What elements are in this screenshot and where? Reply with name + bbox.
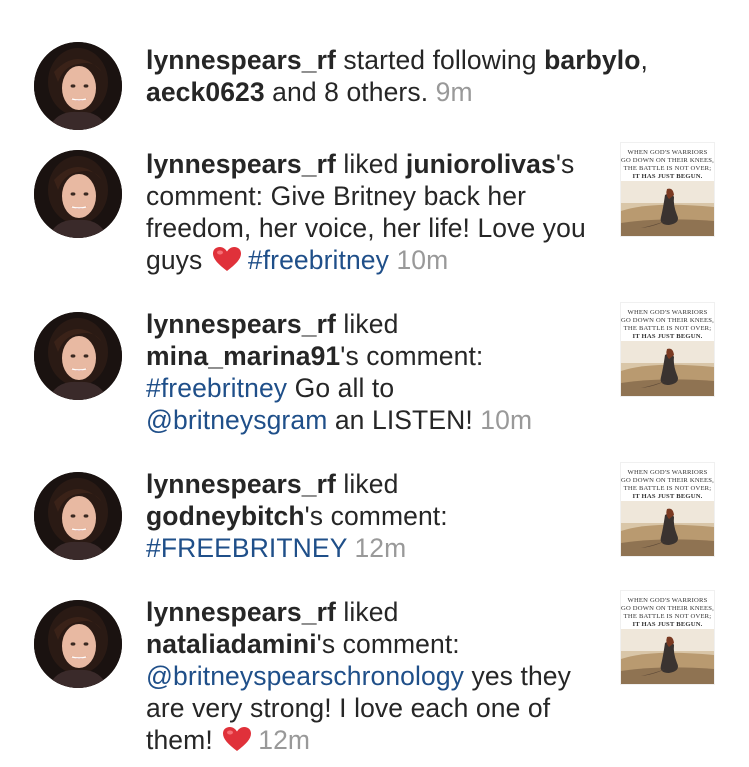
thumbnail-quote-line: THE BATTLE IS NOT OVER;: [623, 165, 712, 172]
thumbnail-image: [621, 501, 714, 556]
activity-feed: lynnespears_rf started following barbylo…: [0, 0, 749, 767]
thumbnail-quote-line: GO DOWN ON THEIR KNEES,: [621, 317, 714, 324]
mention-link[interactable]: @britneyspearschronology: [146, 661, 464, 691]
action-text: liked: [335, 149, 406, 179]
avatar[interactable]: [34, 472, 122, 560]
possessive-text: 's comment:: [340, 341, 484, 371]
post-thumbnail[interactable]: WHEN GOD'S WARRIORS GO DOWN ON THEIR KNEE…: [620, 142, 715, 237]
username-link[interactable]: lynnespears_rf: [146, 469, 336, 499]
comment-text: an LISTEN!: [327, 405, 473, 435]
commenter-link[interactable]: mina_marina91: [146, 341, 340, 371]
separator: ,: [640, 45, 648, 75]
thumbnail-quote-line: THE BATTLE IS NOT OVER;: [623, 325, 712, 332]
avatar[interactable]: [34, 600, 122, 688]
username-link[interactable]: lynnespears_rf: [146, 309, 336, 339]
timestamp: 10m: [480, 405, 533, 435]
thumbnail-image: [621, 181, 714, 236]
action-text: liked: [335, 597, 399, 627]
username-link[interactable]: lynnespears_rf: [146, 149, 336, 179]
timestamp: 9m: [435, 77, 473, 107]
thumbnail-quote-line: WHEN GOD'S WARRIORS: [627, 309, 708, 316]
heart-emoji-icon: [222, 726, 252, 752]
avatar[interactable]: [34, 42, 122, 130]
thumbnail-quote-line: WHEN GOD'S WARRIORS: [627, 469, 708, 476]
thumbnail-quote-line: IT HAS JUST BEGUN.: [632, 333, 703, 340]
avatar[interactable]: [34, 150, 122, 238]
action-text: started following: [335, 45, 545, 75]
followed-user-link[interactable]: barbylo: [544, 45, 640, 75]
thumbnail-image: [621, 341, 714, 396]
notification-text: lynnespears_rf liked nataliadamini's com…: [146, 596, 606, 756]
thumbnail-quote-line: IT HAS JUST BEGUN.: [632, 493, 703, 500]
notification-text: lynnespears_rf liked mina_marina91's com…: [146, 308, 606, 436]
comment-text: Go all to: [287, 373, 395, 403]
post-thumbnail[interactable]: WHEN GOD'S WARRIORS GO DOWN ON THEIR KNEE…: [620, 462, 715, 557]
post-thumbnail[interactable]: WHEN GOD'S WARRIORS GO DOWN ON THEIR KNEE…: [620, 302, 715, 397]
notification-text: lynnespears_rf started following barbylo…: [146, 44, 726, 108]
possessive-text: 's comment:: [304, 501, 448, 531]
timestamp: 12m: [258, 725, 311, 755]
thumbnail-quote-line: THE BATTLE IS NOT OVER;: [623, 485, 712, 492]
thumbnail-quote-line: IT HAS JUST BEGUN.: [632, 173, 703, 180]
username-link[interactable]: lynnespears_rf: [146, 597, 336, 627]
hashtag-link[interactable]: #freebritney: [146, 373, 287, 403]
thumbnail-quote-line: WHEN GOD'S WARRIORS: [627, 597, 708, 604]
others-text[interactable]: and 8 others.: [265, 77, 428, 107]
username-link[interactable]: lynnespears_rf: [146, 45, 336, 75]
notification-text: lynnespears_rf liked godneybitch's comme…: [146, 468, 606, 564]
notification-text: lynnespears_rf liked juniorolivas's comm…: [146, 148, 606, 276]
thumbnail-quote-line: IT HAS JUST BEGUN.: [632, 621, 703, 628]
timestamp: 10m: [396, 245, 449, 275]
thumbnail-quote: WHEN GOD'S WARRIORS GO DOWN ON THEIR KNEE…: [621, 149, 714, 181]
thumbnail-quote-line: GO DOWN ON THEIR KNEES,: [621, 477, 714, 484]
thumbnail-quote: WHEN GOD'S WARRIORS GO DOWN ON THEIR KNEE…: [621, 597, 714, 629]
avatar[interactable]: [34, 312, 122, 400]
timestamp: 12m: [354, 533, 407, 563]
thumbnail-image: [621, 629, 714, 684]
thumbnail-quote: WHEN GOD'S WARRIORS GO DOWN ON THEIR KNEE…: [621, 469, 714, 501]
heart-emoji-icon: [212, 246, 242, 272]
possessive-text: 's comment:: [316, 629, 460, 659]
commenter-link[interactable]: godneybitch: [146, 501, 305, 531]
thumbnail-quote-line: WHEN GOD'S WARRIORS: [627, 149, 708, 156]
thumbnail-quote-line: THE BATTLE IS NOT OVER;: [623, 613, 712, 620]
thumbnail-quote-line: GO DOWN ON THEIR KNEES,: [621, 605, 714, 612]
mention-link[interactable]: @britneysgram: [146, 405, 327, 435]
commenter-link[interactable]: nataliadamini: [146, 629, 317, 659]
action-text: liked: [335, 309, 399, 339]
action-text: liked: [335, 469, 399, 499]
hashtag-link[interactable]: #FREEBRITNEY: [146, 533, 347, 563]
thumbnail-quote-line: GO DOWN ON THEIR KNEES,: [621, 157, 714, 164]
followed-user-link[interactable]: aeck0623: [146, 77, 265, 107]
hashtag-link[interactable]: #freebritney: [248, 245, 389, 275]
commenter-link[interactable]: juniorolivas: [406, 149, 556, 179]
thumbnail-quote: WHEN GOD'S WARRIORS GO DOWN ON THEIR KNEE…: [621, 309, 714, 341]
post-thumbnail[interactable]: WHEN GOD'S WARRIORS GO DOWN ON THEIR KNEE…: [620, 590, 715, 685]
